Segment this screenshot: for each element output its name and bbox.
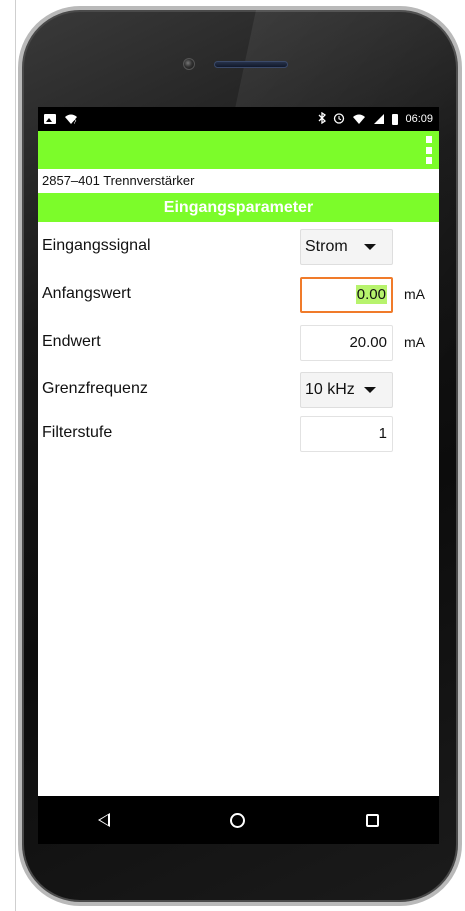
alarm-icon bbox=[333, 112, 345, 126]
filterstufe-value: 1 bbox=[378, 425, 387, 442]
eingangssignal-dropdown[interactable]: Strom bbox=[300, 229, 393, 265]
row-eingangssignal: Eingangssignal Strom bbox=[38, 226, 439, 266]
device-title: 2857–401 Trennverstärker bbox=[38, 169, 439, 193]
recent-apps-icon[interactable] bbox=[365, 813, 379, 827]
wifi-question-icon: ? bbox=[64, 113, 78, 126]
row-anfangswert: Anfangswert 0.00 mA bbox=[38, 274, 439, 314]
bluetooth-icon bbox=[318, 111, 327, 126]
navigation-bar bbox=[38, 796, 439, 844]
row-grenzfrequenz: Grenzfrequenz 10 kHz bbox=[38, 369, 439, 409]
dropdown-arrow-icon bbox=[364, 244, 376, 250]
row-filterstufe: Filterstufe 1 bbox=[38, 413, 439, 453]
grenzfrequenz-value: 10 kHz bbox=[305, 381, 355, 398]
overflow-menu-icon[interactable] bbox=[425, 136, 433, 164]
anfangswert-label: Anfangswert bbox=[42, 285, 131, 302]
eingangssignal-value: Strom bbox=[305, 238, 348, 255]
grenzfrequenz-dropdown[interactable]: 10 kHz bbox=[300, 372, 393, 408]
anfangswert-unit: mA bbox=[404, 286, 425, 302]
endwert-unit: mA bbox=[404, 334, 425, 350]
grenzfrequenz-label: Grenzfrequenz bbox=[42, 380, 148, 397]
filterstufe-input[interactable]: 1 bbox=[300, 416, 393, 452]
section-header: Eingangsparameter bbox=[38, 193, 439, 222]
battery-icon bbox=[392, 113, 399, 125]
anfangswert-value: 0.00 bbox=[355, 285, 387, 304]
endwert-input[interactable]: 20.00 bbox=[300, 325, 393, 361]
eingangssignal-label: Eingangssignal bbox=[42, 237, 151, 254]
camera-icon bbox=[183, 58, 195, 70]
app-bar bbox=[38, 131, 439, 169]
anfangswert-input[interactable]: 0.00 bbox=[300, 277, 393, 313]
status-bar: ? 06:09 bbox=[38, 107, 439, 131]
phone-screen: ? 06:09 2857–401 Trennverstärker Eingang bbox=[38, 107, 439, 844]
image-icon bbox=[44, 114, 56, 124]
speaker-grille bbox=[214, 61, 288, 68]
signal-icon bbox=[373, 113, 385, 126]
filterstufe-label: Filterstufe bbox=[42, 424, 113, 441]
dropdown-arrow-icon bbox=[364, 387, 376, 393]
svg-text:?: ? bbox=[73, 120, 77, 124]
home-icon[interactable] bbox=[230, 812, 246, 828]
endwert-label: Endwert bbox=[42, 333, 101, 350]
row-endwert: Endwert 20.00 mA bbox=[38, 322, 439, 362]
wifi-icon bbox=[352, 113, 366, 126]
status-time: 06:09 bbox=[405, 113, 433, 125]
back-icon[interactable] bbox=[98, 813, 111, 827]
endwert-value: 20.00 bbox=[349, 334, 387, 351]
frame-border bbox=[15, 0, 16, 911]
